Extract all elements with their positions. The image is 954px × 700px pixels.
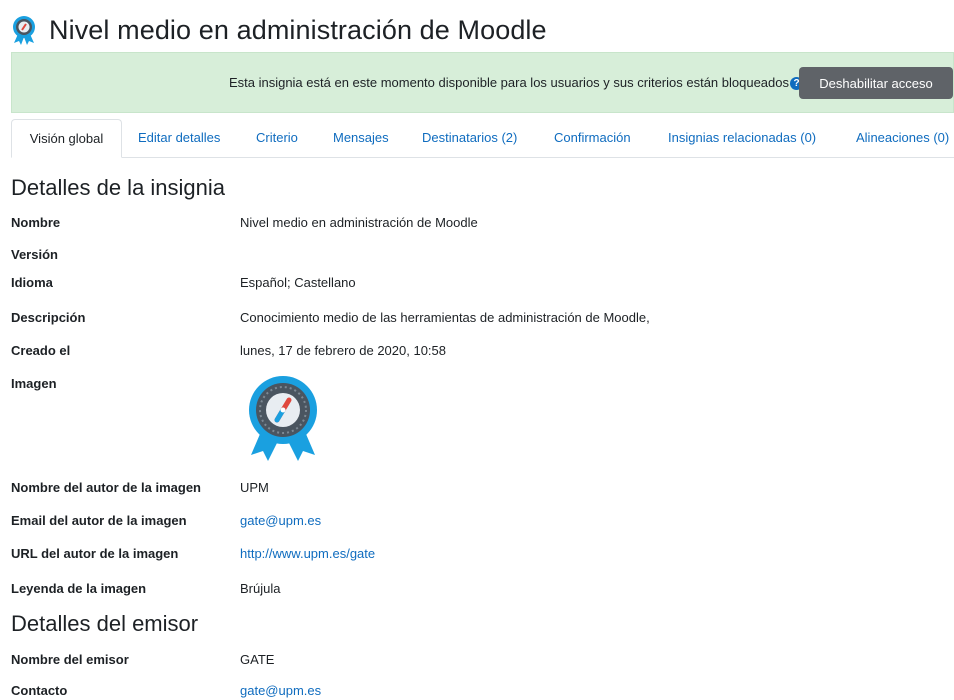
image-label: Imagen <box>11 376 57 391</box>
page-title: Nivel medio en administración de Moodle <box>49 14 547 45</box>
image-caption-value: Brújula <box>240 581 281 596</box>
created-value: lunes, 17 de febrero de 2020, 10:58 <box>240 343 446 358</box>
alert-message: Esta insignia está en este momento dispo… <box>228 75 789 90</box>
issuer-name-value: GATE <box>240 652 275 667</box>
created-label: Creado el <box>11 343 71 358</box>
contact-email-link[interactable]: gate@upm.es <box>240 683 321 698</box>
issuer-details-heading: Detalles del emisor <box>11 611 199 636</box>
description-value: Conocimiento medio de las herramientas d… <box>240 310 650 325</box>
language-label: Idioma <box>11 275 53 290</box>
image-author-email-label: Email del autor de la imagen <box>11 513 187 528</box>
tab-endorsement[interactable]: Confirmación <box>554 119 631 157</box>
badge-icon <box>13 16 35 45</box>
page-header: Nivel medio en administración de Moodle <box>11 12 547 48</box>
disable-access-button[interactable]: Deshabilitar acceso <box>799 67 953 99</box>
description-label: Descripción <box>11 310 86 325</box>
language-value: Español; Castellano <box>240 275 356 290</box>
image-author-email-link[interactable]: gate@upm.es <box>240 513 321 528</box>
name-label: Nombre <box>11 215 61 230</box>
tab-messages[interactable]: Mensajes <box>333 119 389 157</box>
contact-label: Contacto <box>11 683 68 698</box>
badge-details-heading: Detalles de la insignia <box>11 175 226 200</box>
tab-criteria[interactable]: Criterio <box>256 119 298 157</box>
issuer-name-label: Nombre del emisor <box>11 652 129 667</box>
image-author-url-link[interactable]: http://www.upm.es/gate <box>240 546 375 561</box>
tab-recipients[interactable]: Destinatarios (2) <box>422 119 517 157</box>
image-author-name-value: UPM <box>240 480 269 495</box>
image-author-url-label: URL del autor de la imagen <box>11 546 179 561</box>
tab-overview[interactable]: Visión global <box>11 119 122 158</box>
tab-alignments[interactable]: Alineaciones (0) <box>856 119 949 157</box>
tab-edit-details[interactable]: Editar detalles <box>138 119 220 157</box>
image-caption-label: Leyenda de la imagen <box>11 581 147 596</box>
status-alert: Esta insignia está en este momento dispo… <box>11 52 954 113</box>
compass-badge-icon <box>249 376 317 461</box>
name-value: Nivel medio en administración de Moodle <box>240 215 478 230</box>
version-label: Versión <box>11 247 58 262</box>
tab-bar: Visión global Editar detalles Criterio M… <box>11 119 954 158</box>
tab-related-badges[interactable]: Insignias relacionadas (0) <box>668 119 816 157</box>
image-author-name-label: Nombre del autor de la imagen <box>11 480 201 495</box>
